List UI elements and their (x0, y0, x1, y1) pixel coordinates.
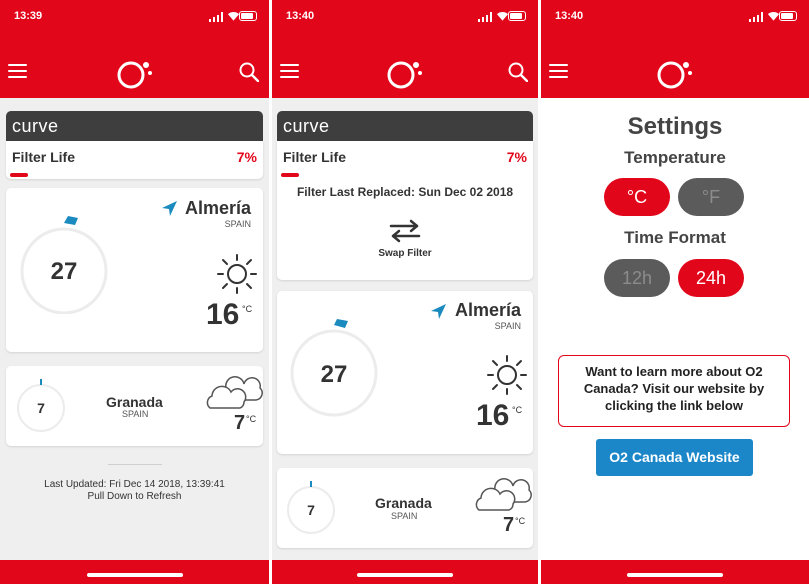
cloud-icon (475, 478, 532, 511)
menu-icon[interactable] (8, 64, 27, 79)
second-city-country: SPAIN (391, 511, 418, 521)
filter-life-card[interactable]: Filter Life 7% (6, 141, 263, 179)
main-city-temp: 16 (206, 298, 240, 331)
filter-life-label: Filter Life (12, 149, 76, 165)
cloud-icon (206, 376, 263, 409)
filter-life-label: Filter Life (283, 149, 347, 165)
sun-icon (487, 355, 527, 395)
status-time: 13:40 (555, 10, 584, 22)
home-indicator-bar (541, 560, 809, 584)
second-aqi-value: 7 (37, 400, 45, 416)
status-icons (478, 11, 526, 22)
home-indicator[interactable] (357, 573, 453, 577)
battery-icon (508, 11, 526, 21)
battery-icon (239, 11, 257, 21)
o2-logo-icon (387, 61, 422, 89)
swap-icon[interactable] (389, 219, 421, 243)
main-city-name: Almería (454, 300, 521, 320)
app-header: 13:40 (272, 0, 538, 98)
status-bar: 13:40 (272, 8, 538, 24)
location-arrow-icon (162, 201, 177, 216)
page-title: Settings (627, 113, 723, 140)
second-city-name: Granada (106, 394, 163, 410)
aqi-value: 27 (320, 361, 348, 388)
status-icons (749, 11, 797, 22)
status-icons (209, 11, 257, 22)
main-city-country: SPAIN (224, 219, 251, 229)
home-indicator-bar (272, 560, 538, 584)
status-time: 13:40 (286, 10, 315, 22)
status-bar: 13:39 (0, 8, 269, 24)
second-city-name: Granada (375, 495, 432, 511)
aqi-value: 27 (50, 258, 78, 285)
12h-toggle[interactable]: 12h (604, 259, 670, 297)
swap-filter-button[interactable]: Swap Filter (277, 248, 533, 259)
main-city-country: SPAIN (494, 321, 521, 331)
signal-icon (209, 12, 223, 22)
home-indicator-bar (0, 560, 269, 584)
second-city-card[interactable]: 7 Granada SPAIN 7 °C (6, 366, 263, 446)
filter-life-card-expanded[interactable]: Filter Life 7% Filter Last Replaced: Sun… (277, 141, 533, 280)
home-indicator[interactable] (627, 573, 723, 577)
o2-logo-icon (657, 61, 692, 89)
app-header: 13:39 (0, 0, 269, 98)
main-city-unit: °C (512, 405, 523, 415)
search-icon[interactable] (508, 62, 528, 82)
signal-icon (749, 12, 763, 22)
main-city-card[interactable]: 27 Almería SPAIN 16 °C (6, 188, 263, 352)
menu-icon[interactable] (280, 64, 299, 79)
main-city-name: Almería (184, 198, 251, 218)
settings-screen: 13:40 Settings Temperature °C °F Time Fo… (541, 0, 809, 584)
second-city-unit: °C (515, 516, 526, 526)
fahrenheit-toggle[interactable]: °F (678, 178, 744, 216)
second-city-unit: °C (246, 414, 257, 424)
second-city-temp: 7 (503, 514, 515, 536)
celsius-toggle[interactable]: °C (604, 178, 670, 216)
search-icon[interactable] (239, 62, 259, 82)
filter-life-bar (10, 173, 28, 177)
location-arrow-icon (431, 304, 446, 319)
main-city-temp: 16 (476, 399, 510, 432)
last-updated-text: Last Updated: Fri Dec 14 2018, 13:39:41 (44, 479, 225, 490)
pull-refresh-hint: Pull Down to Refresh (87, 491, 182, 502)
temperature-heading: Temperature (624, 148, 726, 167)
second-city-temp: 7 (234, 412, 246, 434)
filter-expanded-screen: 13:40 curve Filter Life 7% Filter Last R… (272, 0, 538, 584)
website-promo-box: Want to learn more about O2 Canada? Visi… (558, 355, 790, 427)
time-format-heading: Time Format (624, 228, 726, 247)
home-screen: 13:39 curve Filter Life 7% 27 Almería SP… (0, 0, 269, 584)
main-city-card[interactable]: 27 Almería SPAIN 16 °C (277, 291, 533, 454)
24h-toggle[interactable]: 24h (678, 259, 744, 297)
status-time: 13:39 (14, 10, 43, 22)
divider (108, 464, 162, 465)
device-name-bar: curve (6, 111, 263, 141)
battery-icon (779, 11, 797, 21)
filter-replaced-text: Filter Last Replaced: Sun Dec 02 2018 (296, 185, 514, 199)
app-header: 13:40 (541, 0, 809, 98)
o2-logo-icon (117, 61, 152, 89)
filter-life-percent: 7% (236, 149, 257, 165)
status-bar: 13:40 (541, 8, 809, 24)
device-name-bar: curve (277, 111, 533, 141)
signal-icon (478, 12, 492, 22)
menu-icon[interactable] (549, 64, 568, 79)
o2-website-button[interactable]: O2 Canada Website (596, 439, 753, 476)
sun-icon (217, 254, 257, 294)
second-city-card[interactable]: 7 Granada SPAIN 7 °C (277, 468, 533, 548)
filter-life-bar (281, 173, 299, 177)
main-city-unit: °C (242, 304, 253, 314)
second-aqi-value: 7 (307, 502, 315, 518)
second-city-country: SPAIN (122, 409, 149, 419)
filter-life-percent: 7% (506, 149, 527, 165)
home-indicator[interactable] (86, 573, 183, 577)
